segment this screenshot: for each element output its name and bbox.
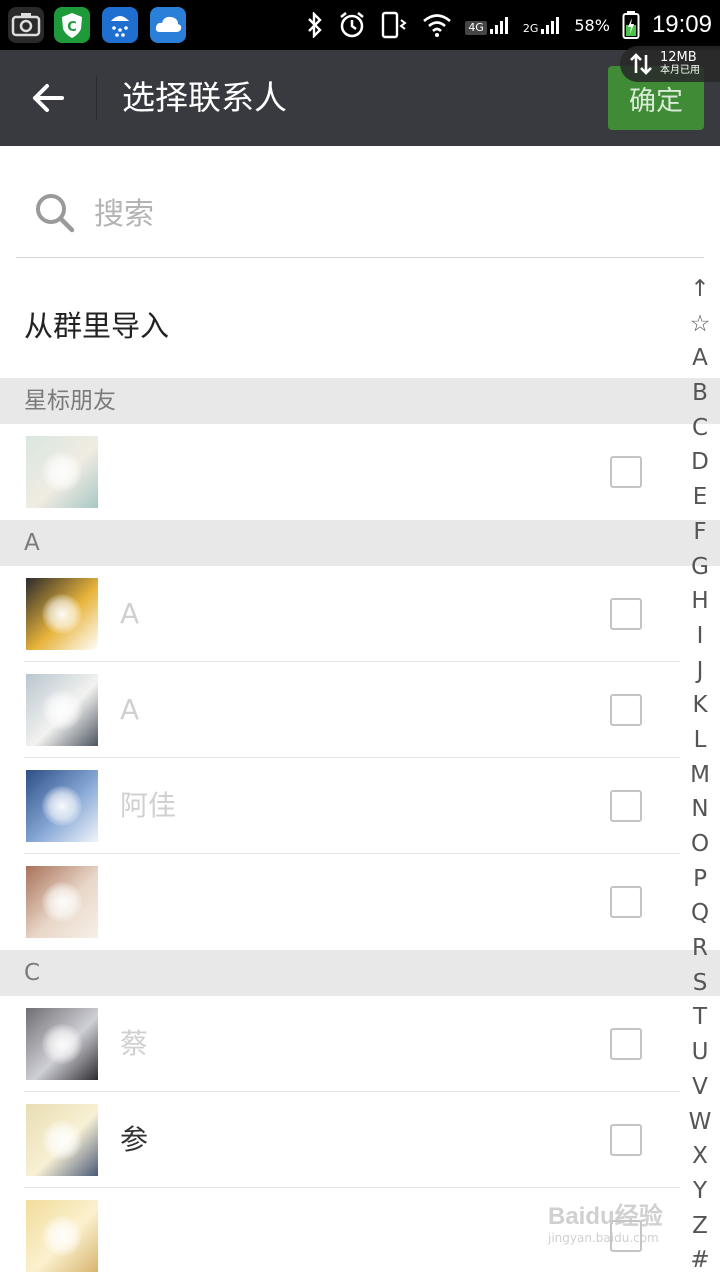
data-transfer-icon bbox=[630, 53, 652, 75]
section-header: C bbox=[0, 950, 720, 996]
index-letter[interactable]: V bbox=[680, 1070, 720, 1105]
index-letter[interactable]: T bbox=[680, 1000, 720, 1035]
index-letter[interactable]: S bbox=[680, 966, 720, 1001]
contact-avatar bbox=[26, 1200, 98, 1272]
signal-bars-icon bbox=[541, 17, 560, 34]
index-letter[interactable]: O bbox=[680, 827, 720, 862]
signal-4g-indicator: 4G bbox=[465, 15, 511, 35]
contact-row[interactable]: A bbox=[0, 566, 680, 662]
contact-row[interactable]: 蔡 bbox=[0, 996, 680, 1092]
contact-avatar bbox=[26, 1008, 98, 1080]
contact-name: 参 bbox=[120, 1123, 149, 1156]
contact-checkbox[interactable] bbox=[610, 886, 642, 918]
battery-percent: 58% bbox=[574, 15, 610, 35]
security-app-icon: C bbox=[54, 7, 90, 43]
search-bar bbox=[16, 168, 704, 258]
contact-avatar bbox=[26, 436, 98, 508]
signal-2g-indicator: 2G bbox=[523, 15, 563, 35]
index-letter[interactable]: B bbox=[680, 376, 720, 411]
svg-text:C: C bbox=[67, 20, 77, 35]
status-bar: C 4G 2G 58% 19:09 bbox=[0, 0, 720, 50]
alphabet-index-bar[interactable]: ↑ ☆ A B C D E F G H I J K L M N O P Q R S T U V W X Y Z # bbox=[680, 272, 720, 1280]
index-letter[interactable]: N bbox=[680, 792, 720, 827]
contact-avatar bbox=[26, 866, 98, 938]
network-2g-label: 2G bbox=[522, 22, 539, 35]
signal-bars-icon bbox=[489, 17, 508, 34]
index-letter[interactable]: L bbox=[680, 723, 720, 758]
section-header: 星标朋友 bbox=[0, 378, 720, 424]
contact-checkbox[interactable] bbox=[610, 598, 642, 630]
screenshot-icon bbox=[8, 7, 44, 43]
index-letter[interactable]: U bbox=[680, 1035, 720, 1070]
phone-vibrate-icon bbox=[379, 10, 409, 40]
bluetooth-icon bbox=[305, 12, 325, 38]
baidu-watermark: Baidu经验 jingyan.baidu.com bbox=[548, 1196, 688, 1266]
wifi-icon bbox=[421, 12, 453, 38]
index-letter[interactable]: D bbox=[680, 445, 720, 480]
traffic-label: 本月已用 bbox=[660, 65, 700, 76]
network-4g-label: 4G bbox=[465, 21, 487, 35]
clock: 19:09 bbox=[651, 11, 712, 38]
contact-name: 蔡 bbox=[120, 1027, 149, 1060]
index-letter[interactable]: ↑ bbox=[680, 272, 720, 307]
search-input[interactable] bbox=[94, 186, 654, 242]
contact-row[interactable]: 阿佳 bbox=[0, 758, 680, 854]
index-letter[interactable]: X bbox=[680, 1139, 720, 1174]
contact-checkbox[interactable] bbox=[610, 1028, 642, 1060]
battery-icon bbox=[622, 10, 640, 40]
alarm-icon bbox=[337, 10, 367, 40]
traffic-amount: 12MB bbox=[660, 50, 697, 65]
contact-name: A bbox=[120, 597, 140, 630]
contact-avatar bbox=[26, 674, 98, 746]
toolbar-divider bbox=[96, 76, 97, 120]
top-toolbar: 选择联系人 确定 12MB 本月已用 bbox=[0, 46, 720, 146]
import-from-group-label: 从群里导入 bbox=[24, 309, 170, 343]
index-letter[interactable]: P bbox=[680, 862, 720, 897]
index-letter[interactable]: ☆ bbox=[680, 307, 720, 342]
contact-row[interactable] bbox=[0, 854, 680, 950]
contact-row[interactable]: 参 bbox=[0, 1092, 680, 1188]
import-from-group-row[interactable]: 从群里导入 bbox=[0, 274, 680, 378]
index-letter[interactable]: A bbox=[680, 341, 720, 376]
index-letter[interactable]: G bbox=[680, 550, 720, 585]
section-header: A bbox=[0, 520, 720, 566]
contact-row[interactable] bbox=[0, 424, 680, 520]
page-title: 选择联系人 bbox=[122, 78, 287, 117]
index-letter[interactable]: K bbox=[680, 688, 720, 723]
index-letter[interactable]: M bbox=[680, 758, 720, 793]
index-letter[interactable]: E bbox=[680, 480, 720, 515]
contact-checkbox[interactable] bbox=[610, 790, 642, 822]
watermark-sub: jingyan.baidu.com bbox=[548, 1231, 659, 1245]
shower-app-icon bbox=[102, 7, 138, 43]
index-letter[interactable]: H bbox=[680, 584, 720, 619]
traffic-monitor-badge[interactable]: 12MB 本月已用 bbox=[620, 46, 720, 82]
index-letter[interactable]: I bbox=[680, 619, 720, 654]
index-letter[interactable]: W bbox=[680, 1105, 720, 1140]
search-icon bbox=[36, 194, 75, 233]
watermark-main: Baidu经验 bbox=[548, 1203, 663, 1230]
index-letter[interactable]: C bbox=[680, 411, 720, 446]
contact-checkbox[interactable] bbox=[610, 456, 642, 488]
contact-name: 阿佳 bbox=[120, 789, 177, 822]
contact-checkbox[interactable] bbox=[610, 1124, 642, 1156]
index-letter[interactable]: R bbox=[680, 931, 720, 966]
index-letter[interactable]: F bbox=[680, 515, 720, 550]
contact-row[interactable]: A bbox=[0, 662, 680, 758]
arrow-left-icon bbox=[33, 84, 64, 112]
contact-avatar bbox=[26, 578, 98, 650]
index-letter[interactable]: Q bbox=[680, 896, 720, 931]
contact-avatar bbox=[26, 1104, 98, 1176]
index-letter[interactable]: J bbox=[680, 654, 720, 689]
back-button[interactable] bbox=[0, 50, 96, 146]
contact-avatar bbox=[26, 770, 98, 842]
contact-checkbox[interactable] bbox=[610, 694, 642, 726]
cloud-app-icon bbox=[150, 7, 186, 43]
contact-name: A bbox=[120, 693, 140, 726]
